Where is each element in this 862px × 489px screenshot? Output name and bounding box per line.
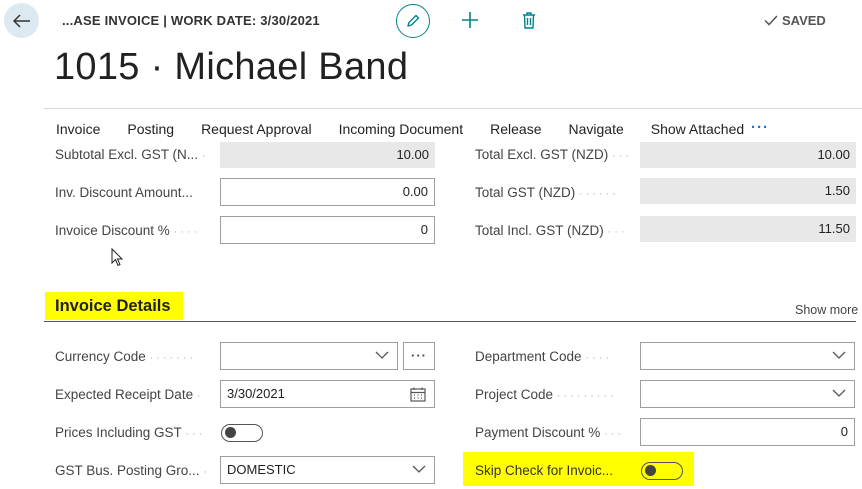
toggle-knob xyxy=(645,465,656,476)
section-divider xyxy=(44,321,856,322)
trash-icon xyxy=(523,11,535,29)
project-code-select[interactable] xyxy=(640,380,855,408)
skip-check-toggle[interactable] xyxy=(641,462,683,480)
new-button[interactable] xyxy=(458,8,482,32)
toggle-knob xyxy=(225,427,236,438)
check-icon xyxy=(764,15,778,26)
actionbar-divider xyxy=(44,108,862,109)
skip-check-label: Skip Check for Invoic... xyxy=(475,463,614,478)
delete-button[interactable] xyxy=(518,8,540,32)
chevron-down-icon xyxy=(832,351,846,359)
total-incl-gst-label: Total Incl. GST (NZD) ··· xyxy=(475,223,628,238)
action-request-approval[interactable]: Request Approval xyxy=(201,121,312,137)
pencil-icon xyxy=(407,14,420,27)
action-invoice[interactable]: Invoice xyxy=(56,121,100,137)
prices-including-gst-label: Prices Including GST ··· xyxy=(55,425,206,440)
invoice-details-title[interactable]: Invoice Details xyxy=(55,297,171,316)
mouse-cursor-icon xyxy=(111,247,125,273)
saved-status: SAVED xyxy=(764,13,826,28)
action-bar: Invoice Posting Request Approval Incomin… xyxy=(56,121,771,137)
expected-receipt-date-label: Expected Receipt Date · xyxy=(55,387,204,402)
chevron-down-icon xyxy=(375,351,389,359)
invoice-discount-pct-input[interactable]: 0 xyxy=(220,216,435,244)
payment-discount-label: Payment Discount % ··· xyxy=(475,425,625,440)
action-navigate[interactable]: Navigate xyxy=(568,121,623,137)
chevron-down-icon xyxy=(832,389,846,397)
total-incl-gst-value: 11.50 xyxy=(640,216,856,242)
gst-bus-posting-group-label: GST Bus. Posting Gro... · xyxy=(55,463,210,478)
plus-icon xyxy=(462,12,478,28)
total-excl-gst-label: Total Excl. GST (NZD) ··· xyxy=(475,147,633,162)
action-incoming-document[interactable]: Incoming Document xyxy=(339,121,464,137)
back-button[interactable] xyxy=(4,3,39,38)
inv-discount-amount-label: Inv. Discount Amount... xyxy=(55,185,193,200)
total-excl-gst-value: 10.00 xyxy=(640,142,856,168)
prices-including-gst-toggle[interactable] xyxy=(221,424,263,442)
currency-code-lookup-button[interactable]: ··· xyxy=(403,342,435,370)
currency-code-select[interactable] xyxy=(220,342,398,370)
action-release[interactable]: Release xyxy=(490,121,541,137)
edit-button[interactable] xyxy=(396,4,430,38)
saved-label: SAVED xyxy=(782,13,826,28)
more-icon: ··· xyxy=(411,348,427,363)
gst-bus-posting-group-select[interactable]: DOMESTIC xyxy=(220,456,435,484)
project-code-label: Project Code ········· xyxy=(475,387,617,402)
action-posting[interactable]: Posting xyxy=(127,121,174,137)
total-gst-value: 1.50 xyxy=(640,178,856,204)
action-show-attached[interactable]: Show Attached xyxy=(651,121,744,137)
subtotal-value: 10.00 xyxy=(220,142,435,168)
chevron-down-icon xyxy=(412,465,426,473)
department-code-select[interactable] xyxy=(640,342,855,370)
department-code-label: Department Code ···· xyxy=(475,349,612,364)
page-caption: ...ASE INVOICE | WORK DATE: 3/30/2021 xyxy=(62,13,320,28)
arrow-left-icon xyxy=(12,13,30,28)
total-gst-label: Total GST (NZD) ······ xyxy=(475,185,620,200)
inv-discount-amount-input[interactable]: 0.00 xyxy=(220,178,435,206)
show-more-link[interactable]: Show more xyxy=(795,303,858,317)
payment-discount-input[interactable]: 0 xyxy=(640,418,855,446)
invoice-discount-pct-label: Invoice Discount % ···· xyxy=(55,223,201,238)
expected-receipt-date-input[interactable]: 3/30/2021 xyxy=(220,380,435,408)
page-title: 1015 · Michael Band xyxy=(54,46,409,88)
more-actions-button[interactable]: ··· xyxy=(751,119,769,136)
currency-code-label: Currency Code ······· xyxy=(55,349,197,364)
calendar-icon[interactable] xyxy=(410,387,426,402)
subtotal-label: Subtotal Excl. GST (N... · xyxy=(55,147,209,162)
